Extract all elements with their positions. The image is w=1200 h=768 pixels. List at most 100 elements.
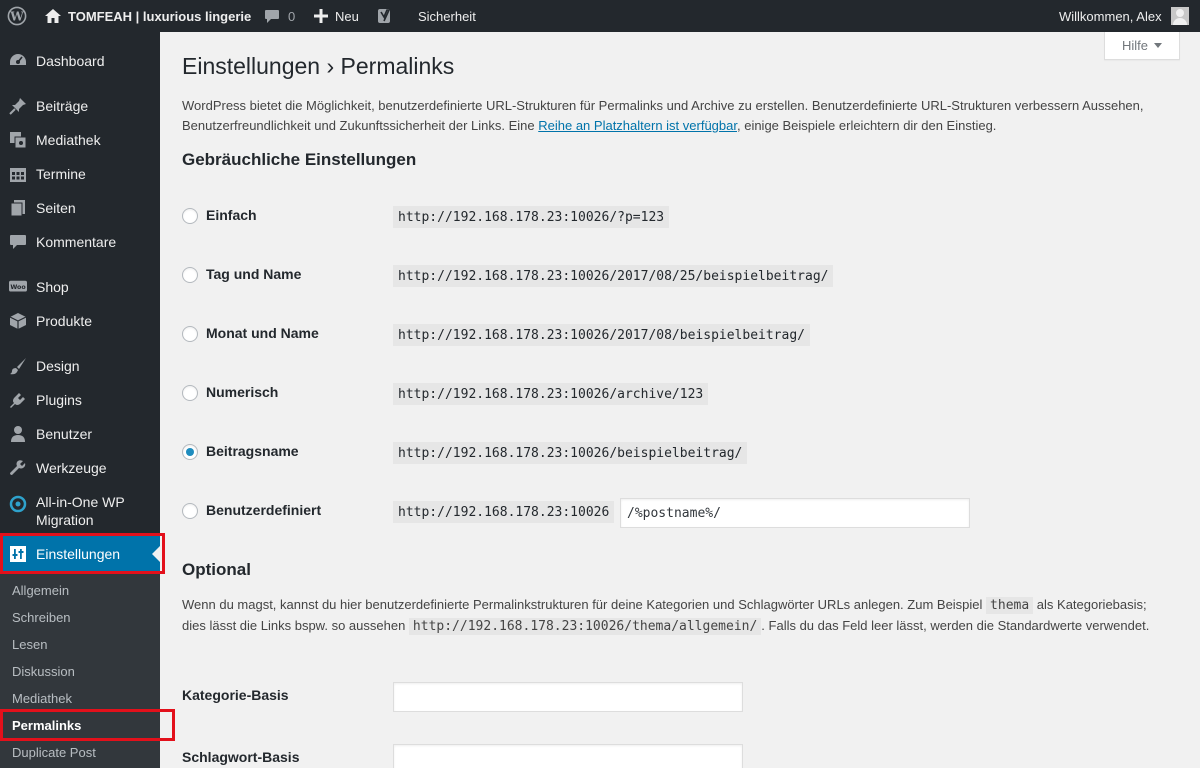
radio-monat-und-name[interactable] xyxy=(182,326,198,342)
intro-text-end: , einige Beispiele erleichtern dir den E… xyxy=(736,118,997,133)
option-example: http://192.168.178.23:10026/2017/08/beis… xyxy=(393,324,810,346)
comment-icon xyxy=(264,9,280,24)
account-menu[interactable]: Willkommen, Alex xyxy=(1059,0,1189,32)
menu-beitraege[interactable]: Beiträge xyxy=(0,92,160,120)
chevron-down-icon xyxy=(1154,43,1162,48)
menu-label: Kommentare xyxy=(36,234,117,250)
menu-werkzeuge[interactable]: Werkzeuge xyxy=(0,454,160,482)
svg-text:Woo: Woo xyxy=(10,284,26,291)
option-label[interactable]: Monat und Name xyxy=(206,325,319,341)
site-name-link[interactable]: TOMFEAH | luxurious lingerie xyxy=(68,0,251,32)
admin-bar: W TOMFEAH | luxurious lingerie 0 Neu Sic… xyxy=(0,0,1200,32)
page-icon xyxy=(9,199,27,217)
settings-icon xyxy=(9,545,27,563)
radio-numerisch[interactable] xyxy=(182,385,198,401)
option-label[interactable]: Beitragsname xyxy=(206,443,299,459)
page-title: Einstellungen › Permalinks xyxy=(182,53,455,79)
migration-icon xyxy=(9,495,27,513)
svg-text:W: W xyxy=(9,10,24,24)
menu-label: Seiten xyxy=(36,200,76,216)
wordpress-logo-icon[interactable]: W xyxy=(7,0,27,32)
help-tab-button[interactable]: Hilfe xyxy=(1104,32,1180,60)
menu-produkte[interactable]: Produkte xyxy=(0,307,160,335)
menu-label: All-in-One WP Migration xyxy=(36,494,125,528)
common-settings-heading: Gebräuchliche Einstellungen xyxy=(182,150,417,169)
option-example: http://192.168.178.23:10026/beispielbeit… xyxy=(393,442,748,464)
submenu-diskussion[interactable]: Diskussion xyxy=(12,663,75,681)
submenu-allgemein[interactable]: Allgemein xyxy=(12,582,69,600)
option-example: http://192.168.178.23:10026/?p=123 xyxy=(393,206,670,228)
radio-tag-und-name[interactable] xyxy=(182,267,198,283)
brush-icon xyxy=(9,357,27,375)
submenu-duplicate-post[interactable]: Duplicate Post xyxy=(12,744,96,762)
avatar xyxy=(1170,7,1189,25)
menu-einstellungen[interactable]: Einstellungen xyxy=(0,536,160,572)
permalink-option-tag-und-name: Tag und Name http://192.168.178.23:10026… xyxy=(182,262,1162,288)
option-example: http://192.168.178.23:10026 xyxy=(393,501,615,523)
custom-structure-input[interactable]: /%postname%/ xyxy=(620,498,970,528)
optional-text: . Falls du das Feld leer lässt, werden d… xyxy=(761,617,1150,633)
menu-label: Mediathek xyxy=(36,132,101,148)
plus-icon xyxy=(314,9,328,23)
permalink-option-numerisch: Numerisch http://192.168.178.23:10026/ar… xyxy=(182,380,1162,406)
option-label[interactable]: Tag und Name xyxy=(206,266,301,282)
menu-label: Beiträge xyxy=(36,98,89,114)
permalink-option-beitragsname: Beitragsname http://192.168.178.23:10026… xyxy=(182,439,1162,465)
submenu-lesen[interactable]: Lesen xyxy=(12,636,47,654)
tag-base-input[interactable] xyxy=(393,744,743,768)
menu-label: Werkzeuge xyxy=(36,460,107,476)
menu-benutzer[interactable]: Benutzer xyxy=(0,420,160,448)
menu-label: Plugins xyxy=(36,392,82,408)
menu-label: Shop xyxy=(36,279,69,295)
woo-icon: Woo xyxy=(9,278,27,296)
menu-design[interactable]: Design xyxy=(0,352,160,380)
greeting: Willkommen, Alex xyxy=(1059,8,1162,24)
wrench-icon xyxy=(9,459,27,477)
example-code-thema: thema xyxy=(986,597,1034,614)
radio-benutzerdefiniert[interactable] xyxy=(182,503,198,519)
new-label: Neu xyxy=(335,8,359,24)
permalink-option-einfach: Einfach http://192.168.178.23:10026/?p=1… xyxy=(182,203,1162,229)
yoast-icon[interactable] xyxy=(378,0,392,32)
optional-paragraph: Wenn du magst, kannst du hier benutzerde… xyxy=(182,595,1172,636)
menu-all-in-one-wp-migration[interactable]: All-in-One WP Migration xyxy=(0,489,160,535)
optional-text: Wenn du magst, kannst du hier benutzerde… xyxy=(182,597,987,612)
intro-paragraph: WordPress bietet die Möglichkeit, benutz… xyxy=(182,96,1172,136)
example-code-url: http://192.168.178.23:10026/thema/allgem… xyxy=(408,617,762,635)
plugin-icon xyxy=(9,391,27,409)
home-icon[interactable] xyxy=(44,0,62,32)
menu-dashboard[interactable]: Dashboard xyxy=(0,47,160,75)
menu-label: Einstellungen xyxy=(36,546,121,562)
option-label[interactable]: Benutzerdefiniert xyxy=(206,502,321,518)
submenu-permalinks[interactable]: Permalinks xyxy=(12,717,81,735)
box-icon xyxy=(9,312,27,330)
menu-termine[interactable]: Termine xyxy=(0,160,160,188)
option-label[interactable]: Numerisch xyxy=(206,384,278,400)
comment-count: 0 xyxy=(288,8,296,24)
user-icon xyxy=(9,425,27,443)
dashboard-icon xyxy=(9,52,27,70)
menu-seiten[interactable]: Seiten xyxy=(0,194,160,222)
menu-kommentare[interactable]: Kommentare xyxy=(0,228,160,256)
help-label: Hilfe xyxy=(1121,38,1148,53)
category-base-input[interactable] xyxy=(393,682,743,712)
menu-label: Dashboard xyxy=(36,53,105,69)
placeholders-link[interactable]: Reihe an Platzhaltern ist verfügbar xyxy=(538,118,737,133)
category-base-label: Kategorie-Basis xyxy=(182,687,289,703)
optional-heading: Optional xyxy=(182,560,251,579)
menu-mediathek[interactable]: Mediathek xyxy=(0,126,160,154)
menu-label: Benutzer xyxy=(36,426,93,442)
option-example: http://192.168.178.23:10026/2017/08/25/b… xyxy=(393,265,834,287)
menu-shop[interactable]: Woo Shop xyxy=(0,273,160,301)
option-label[interactable]: Einfach xyxy=(206,207,257,223)
security-link[interactable]: Sicherheit xyxy=(418,0,476,32)
new-content-link[interactable]: Neu xyxy=(314,0,359,32)
menu-label: Termine xyxy=(36,166,86,182)
submenu-mediathek[interactable]: Mediathek xyxy=(12,690,72,708)
radio-beitragsname[interactable] xyxy=(182,444,198,460)
radio-einfach[interactable] xyxy=(182,208,198,224)
comments-link[interactable]: 0 xyxy=(264,0,295,32)
submenu-schreiben[interactable]: Schreiben xyxy=(12,609,71,627)
menu-plugins[interactable]: Plugins xyxy=(0,386,160,414)
calendar-icon xyxy=(9,165,27,183)
